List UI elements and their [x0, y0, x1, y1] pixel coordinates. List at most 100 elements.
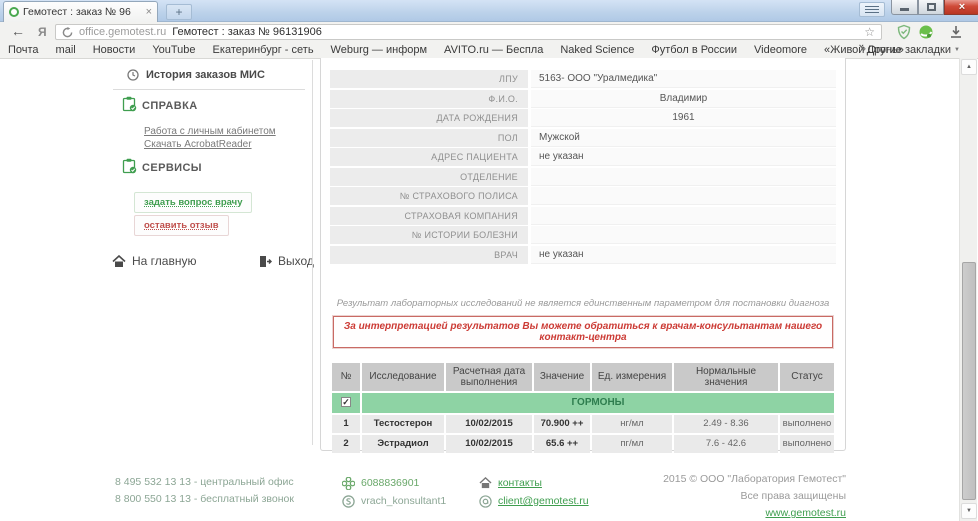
link-acrobat-reader[interactable]: Скачать AcrobatReader	[144, 139, 252, 150]
field-value: не указан	[531, 148, 836, 166]
link-personal-cabinet[interactable]: Работа с личным кабинетом	[144, 126, 276, 137]
bookmark-item[interactable]: YouTube	[152, 44, 195, 56]
cell-date: 10/02/2015	[446, 435, 532, 453]
bookmarks-bar: Почта mail Новости YouTube Екатеринбург …	[0, 41, 978, 59]
maximize-button[interactable]	[918, 0, 944, 15]
bookmark-item[interactable]: Почта	[8, 44, 39, 56]
email-at-icon	[479, 495, 492, 508]
chevron-down-icon: ▼	[954, 47, 960, 53]
scroll-up-icon[interactable]: ▲	[961, 59, 977, 75]
table-row: 1 Тестостерон 10/02/2015 70.900 ++ нг/мл…	[332, 415, 834, 433]
table-row: 2 Эстрадиол 10/02/2015 65.6 ++ пг/мл 7.6…	[332, 435, 834, 453]
order-history-label: История заказов МИС	[146, 69, 265, 81]
form-row-lpu: ЛПУ 5163- ООО "Уралмедика"	[330, 70, 836, 88]
home-link[interactable]: На главную	[112, 254, 196, 268]
leave-feedback-button[interactable]: оставить отзыв	[134, 215, 229, 236]
field-value: 1961	[531, 109, 836, 127]
bookmarks-overflow-icon[interactable]: »	[860, 43, 866, 55]
cell-num: 2	[332, 435, 360, 453]
url-page-title: Гемотест : заказ № 96131906	[172, 26, 322, 38]
cell-num: 1	[332, 415, 360, 433]
download-icon[interactable]	[948, 24, 964, 40]
content-divider	[312, 60, 313, 445]
url-host: office.gemotest.ru	[79, 26, 166, 38]
footer-messengers: 6088836901 vrach_konsultant1	[342, 474, 446, 510]
scroll-down-icon[interactable]: ▼	[961, 503, 977, 519]
form-row-insurance: СТРАХОВАЯ КОМПАНИЯ	[330, 207, 836, 225]
browser-toolbar: ← Я office.gemotest.ru Гемотест : заказ …	[0, 22, 978, 41]
cell-status: выполнено	[780, 415, 834, 433]
field-label: № СТРАХОВОГО ПОЛИСА	[330, 187, 528, 205]
group-checkbox-cell: ✓	[332, 393, 360, 413]
home-icon	[112, 255, 126, 268]
yandex-logo-icon[interactable]: Я	[38, 25, 47, 39]
new-tab-button[interactable]: +	[166, 4, 192, 20]
tab-list-icon[interactable]	[859, 2, 885, 17]
home-icon	[479, 477, 492, 489]
field-value	[531, 207, 836, 225]
field-value: Мужской	[531, 129, 836, 147]
footer-phones: 8 495 532 13 13 - центральный офис 8 800…	[115, 474, 294, 508]
bookmark-item[interactable]: mail	[56, 44, 76, 56]
bookmark-item[interactable]: Weburg — информ	[331, 44, 428, 56]
results-table: № Исследование Расчетная дата выполнения…	[330, 361, 836, 455]
vertical-scrollbar[interactable]: ▲ ▼	[959, 58, 977, 521]
form-row-department: ОТДЕЛЕНИЕ	[330, 168, 836, 186]
site-link[interactable]: www.gemotest.ru	[765, 507, 846, 519]
bookmark-star-icon[interactable]: ☆	[864, 26, 875, 38]
tab-title: Гемотест : заказ № 96	[23, 6, 142, 18]
bookmark-item[interactable]: Екатеринбург - сеть	[213, 44, 314, 56]
phone-free: 8 800 550 13 13 - бесплатный звонок	[115, 491, 294, 508]
form-row-case-history: № ИСТОРИИ БОЛЕЗНИ	[330, 226, 836, 244]
col-status: Статус	[780, 363, 834, 391]
icq-flower-icon	[342, 477, 355, 490]
exit-link[interactable]: Выход	[258, 254, 314, 268]
sidebar-section-help: СПРАВКА	[122, 96, 198, 112]
browser-tab[interactable]: Гемотест : заказ № 96 ×	[3, 1, 158, 22]
field-value	[531, 226, 836, 244]
col-unit: Ед. измерения	[592, 363, 672, 391]
adguard-swirl-icon[interactable]	[918, 24, 934, 40]
bookmark-item[interactable]: AVITO.ru — Беспла	[444, 44, 543, 56]
rights-text: Все права защищены	[610, 488, 846, 505]
field-label: Ф.И.О.	[330, 90, 528, 108]
email-link[interactable]: client@gemotest.ru	[498, 492, 589, 510]
interpretation-alert: За интерпретацией результатов Вы можете …	[333, 316, 833, 348]
refresh-icon[interactable]	[62, 27, 73, 38]
clock-icon	[127, 69, 139, 81]
exit-label: Выход	[278, 254, 314, 268]
bookmark-item[interactable]: Футбол в России	[651, 44, 737, 56]
form-row-doctor: ВРАЧ не указан	[330, 246, 836, 264]
icq-number: 6088836901	[361, 474, 419, 492]
minimize-button[interactable]	[891, 0, 918, 15]
field-label: ОТДЕЛЕНИЕ	[330, 168, 528, 186]
skype-login: vrach_konsultant1	[361, 492, 446, 510]
form-row-address: АДРЕС ПАЦИЕНТА не указан	[330, 148, 836, 166]
scrollbar-thumb[interactable]	[962, 262, 976, 500]
footer-contacts: контакты client@gemotest.ru	[479, 474, 589, 510]
group-row-hormones: ✓ ГОРМОНЫ	[332, 393, 834, 413]
form-row-policy: № СТРАХОВОГО ПОЛИСА	[330, 187, 836, 205]
field-label: ЛПУ	[330, 70, 528, 88]
cell-test: Эстрадиол	[362, 435, 444, 453]
group-checkbox[interactable]: ✓	[341, 397, 351, 407]
other-bookmarks-button[interactable]: Другие закладки ▼	[867, 44, 960, 56]
back-icon[interactable]: ←	[11, 23, 25, 39]
shield-icon[interactable]	[896, 24, 912, 40]
bookmark-item[interactable]: Videomore	[754, 44, 807, 56]
close-button[interactable]: ×	[944, 0, 978, 15]
field-label: ВРАЧ	[330, 246, 528, 264]
phone-office: 8 495 532 13 13 - центральный офис	[115, 474, 294, 491]
tab-close-icon[interactable]: ×	[146, 6, 152, 18]
cell-unit: нг/мл	[592, 415, 672, 433]
field-label: АДРЕС ПАЦИЕНТА	[330, 148, 528, 166]
contacts-link[interactable]: контакты	[498, 474, 542, 492]
sidebar-item-order-history[interactable]: История заказов МИС	[127, 69, 265, 81]
cell-normal: 7.6 - 42.6	[674, 435, 778, 453]
bookmark-item[interactable]: Naked Science	[560, 44, 634, 56]
ask-doctor-button[interactable]: задать вопрос врачу	[134, 192, 252, 213]
home-label: На главную	[132, 254, 196, 268]
bookmark-item[interactable]: Новости	[93, 44, 136, 56]
field-label: ДАТА РОЖДЕНИЯ	[330, 109, 528, 127]
address-bar[interactable]: office.gemotest.ru Гемотест : заказ № 96…	[55, 24, 882, 40]
